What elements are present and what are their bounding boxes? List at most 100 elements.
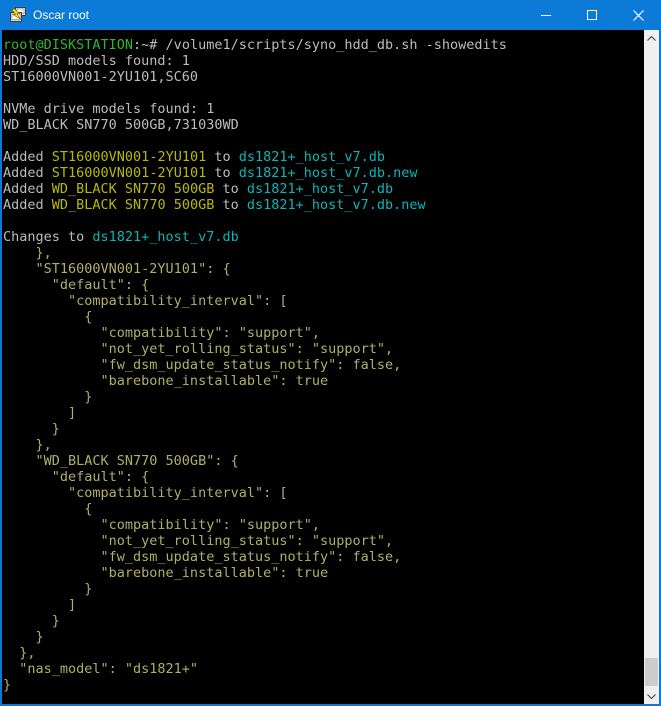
minimize-button[interactable] — [523, 0, 569, 30]
terminal-line: ST16000VN001-2YU101,SC60 — [3, 69, 644, 85]
terminal-text-segment: ds1821+_host_v7.db — [239, 149, 385, 165]
terminal-text-segment: HDD/SSD models found: 1 — [3, 53, 190, 69]
terminal-text-segment: { — [3, 501, 92, 517]
terminal-line: } — [3, 613, 644, 629]
terminal-text-segment: } — [3, 629, 44, 645]
terminal-text-segment: ] — [3, 597, 76, 613]
scrollbar-track[interactable] — [644, 30, 659, 704]
terminal-text-segment: root@DISKSTATION — [3, 37, 133, 53]
terminal-text-segment: ds1821+_host_v7.db.new — [239, 165, 418, 181]
terminal-line: "default": { — [3, 469, 644, 485]
terminal-text-segment: "barebone_installable": true — [3, 373, 328, 389]
terminal-text-segment: "fw_dsm_update_status_notify": false, — [3, 549, 401, 565]
terminal-text-segment: "nas_model": "ds1821+" — [3, 661, 198, 677]
terminal-text-segment: ds1821+_host_v7.db — [247, 181, 393, 197]
terminal-line: } — [3, 677, 644, 693]
titlebar[interactable]: Oscar root — [0, 0, 661, 30]
terminal-text-segment: "barebone_installable": true — [3, 565, 328, 581]
terminal-line: "barebone_installable": true — [3, 373, 644, 389]
terminal-text-segment: to — [206, 149, 239, 165]
terminal-line: "WD_BLACK SN770 500GB": { — [3, 453, 644, 469]
window-title: Oscar root — [33, 8, 523, 22]
terminal-text-segment: ST16000VN001-2YU101 — [52, 165, 206, 181]
terminal-line: "not_yet_rolling_status": "support", — [3, 533, 644, 549]
terminal-line: "nas_model": "ds1821+" — [3, 661, 644, 677]
terminal-line: "fw_dsm_update_status_notify": false, — [3, 357, 644, 373]
terminal-text-segment: to — [214, 181, 247, 197]
terminal-text-segment: Added — [3, 181, 52, 197]
terminal-text-segment: Changes to — [3, 229, 92, 245]
putty-terminal-icon — [10, 7, 26, 23]
terminal-line: WD_BLACK SN770 500GB,731030WD — [3, 117, 644, 133]
terminal-line: "default": { — [3, 277, 644, 293]
terminal-text-segment: "compatibility": "support", — [3, 325, 320, 341]
terminal-line: Changes to ds1821+_host_v7.db — [3, 229, 644, 245]
terminal-line: } — [3, 581, 644, 597]
terminal-line: }, — [3, 245, 644, 261]
terminal-text-segment: "not_yet_rolling_status": "support", — [3, 533, 393, 549]
terminal-line: { — [3, 309, 644, 325]
terminal-text-segment: "default": { — [3, 469, 149, 485]
terminal-text-segment: "not_yet_rolling_status": "support", — [3, 341, 393, 357]
maximize-button[interactable] — [569, 0, 615, 30]
terminal-text-segment: "compatibility_interval": [ — [3, 485, 287, 501]
terminal-line: Added ST16000VN001-2YU101 to ds1821+_hos… — [3, 165, 644, 181]
terminal-text-segment: }, — [3, 645, 36, 661]
terminal-line — [3, 213, 644, 229]
chevron-up-icon — [647, 36, 656, 41]
terminal-text-segment: } — [3, 581, 92, 597]
maximize-icon — [587, 10, 597, 20]
terminal-text-segment: "default": { — [3, 277, 149, 293]
terminal-line: } — [3, 629, 644, 645]
terminal-text-segment: } — [3, 613, 60, 629]
terminal-text-segment: "WD_BLACK SN770 500GB": { — [3, 453, 239, 469]
terminal-line: "ST16000VN001-2YU101": { — [3, 261, 644, 277]
terminal-line: "fw_dsm_update_status_notify": false, — [3, 549, 644, 565]
terminal-line: Added WD_BLACK SN770 500GB to ds1821+_ho… — [3, 197, 644, 213]
terminal-line: } — [3, 389, 644, 405]
terminal-text-segment: :~# /volume1/scripts/syno_hdd_db.sh -sho… — [133, 37, 507, 53]
terminal-text-segment: WD_BLACK SN770 500GB — [52, 197, 215, 213]
terminal-text-segment: { — [3, 309, 92, 325]
terminal-line: Added WD_BLACK SN770 500GB to ds1821+_ho… — [3, 181, 644, 197]
terminal-text-segment: Added — [3, 197, 52, 213]
close-button[interactable] — [615, 0, 661, 30]
scroll-down-button[interactable] — [644, 688, 659, 704]
terminal-line: "compatibility_interval": [ — [3, 293, 644, 309]
terminal-text-segment: }, — [3, 245, 52, 261]
terminal-text-segment: "compatibility": "support", — [3, 517, 320, 533]
terminal-text-segment: ] — [3, 405, 76, 421]
terminal-text-segment: Added — [3, 165, 52, 181]
terminal-output[interactable]: root@DISKSTATION:~# /volume1/scripts/syn… — [2, 30, 644, 704]
terminal-text-segment: } — [3, 389, 92, 405]
terminal-text-segment: WD_BLACK SN770 500GB — [52, 181, 215, 197]
terminal-text-segment: ds1821+_host_v7.db — [92, 229, 238, 245]
terminal-line: "compatibility_interval": [ — [3, 485, 644, 501]
minimize-icon — [541, 15, 551, 16]
window-body: root@DISKSTATION:~# /volume1/scripts/syn… — [2, 30, 659, 704]
terminal-text-segment: to — [214, 197, 247, 213]
terminal-text-segment: "fw_dsm_update_status_notify": false, — [3, 357, 401, 373]
terminal-line: ] — [3, 405, 644, 421]
terminal-line: root@DISKSTATION:~# /volume1/scripts/syn… — [3, 37, 644, 53]
terminal-text-segment: Added — [3, 149, 52, 165]
terminal-line: Added ST16000VN001-2YU101 to ds1821+_hos… — [3, 149, 644, 165]
scroll-up-button[interactable] — [644, 30, 659, 46]
terminal-line: "not_yet_rolling_status": "support", — [3, 341, 644, 357]
terminal-text-segment: "compatibility_interval": [ — [3, 293, 287, 309]
terminal-line: { — [3, 501, 644, 517]
chevron-down-icon — [647, 694, 656, 699]
close-icon — [633, 10, 644, 21]
terminal-text-segment: NVMe drive models found: 1 — [3, 101, 214, 117]
terminal-line: "compatibility": "support", — [3, 517, 644, 533]
terminal-line: NVMe drive models found: 1 — [3, 101, 644, 117]
terminal-text-segment: ST16000VN001-2YU101 — [52, 149, 206, 165]
terminal-line: }, — [3, 645, 644, 661]
terminal-line: }, — [3, 437, 644, 453]
terminal-line: ] — [3, 597, 644, 613]
terminal-text-segment: } — [3, 421, 60, 437]
terminal-text-segment: "ST16000VN001-2YU101": { — [3, 261, 231, 277]
scrollbar-thumb[interactable] — [645, 658, 658, 686]
terminal-line — [3, 133, 644, 149]
terminal-line — [3, 85, 644, 101]
